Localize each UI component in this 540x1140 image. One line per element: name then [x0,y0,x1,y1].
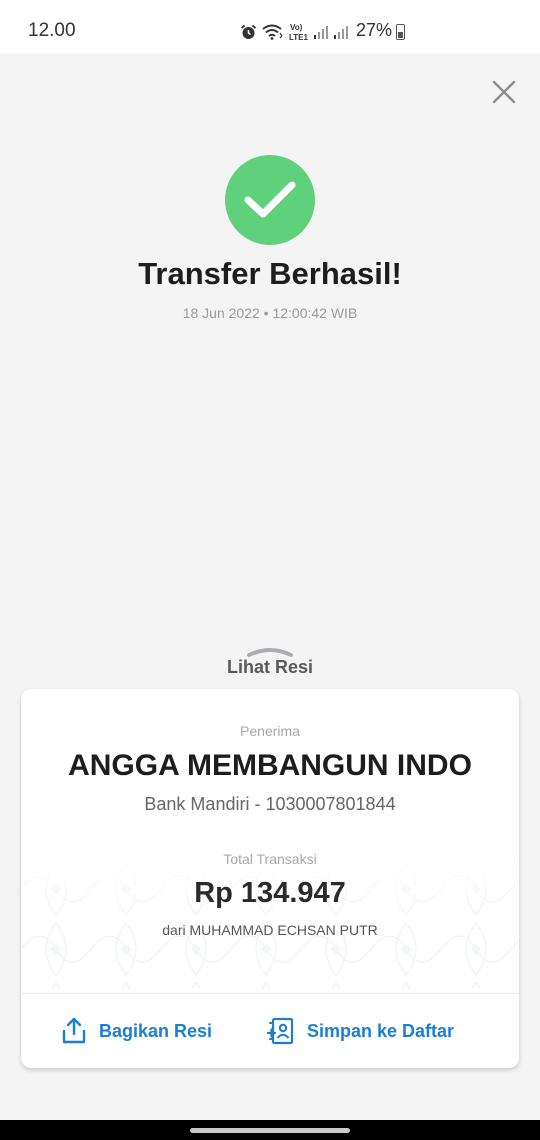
close-icon [492,80,516,104]
receipt-card: Penerima ANGGA MEMBANGUN INDO Bank Mandi… [21,689,519,1068]
success-badge [225,155,315,245]
save-to-list-label: Simpan ke Daftar [307,1020,455,1041]
check-icon [244,181,296,218]
recipient-label: Penerima [240,723,300,739]
wifi-icon [262,24,283,40]
view-receipt-toggle[interactable]: Lihat Resi [0,657,540,678]
save-to-list-button[interactable]: Simpan ke Daftar [267,1017,454,1045]
page-title: Transfer Berhasil! [138,256,402,291]
close-button[interactable] [490,78,518,106]
recipient-bank-account: Bank Mandiri - 1030007801844 [144,794,396,814]
signal-icon [314,26,328,39]
battery-icon [396,24,405,40]
add-contact-icon [267,1017,294,1045]
chevron-up-icon[interactable] [246,644,294,658]
battery-percent: 27% [356,20,393,40]
share-receipt-button[interactable]: Bagikan Resi [61,1017,212,1045]
share-receipt-label: Bagikan Resi [99,1020,213,1041]
share-icon [62,1017,86,1044]
total-amount: Rp 134.947 [194,877,346,909]
recipient-name: ANGGA MEMBANGUN INDO [68,749,472,782]
divider [21,993,519,994]
home-gesture-handle[interactable] [190,1128,350,1133]
signal-icon [334,26,348,39]
transaction-datetime: 18 Jun 2022 • 12:00:42 WIB [182,305,358,321]
status-time: 12.00 [28,20,76,41]
total-label: Total Transaksi [223,851,317,867]
sender-name: dari MUHAMMAD ECHSAN PUTR [162,922,378,938]
alarm-icon [240,24,257,39]
svg-text:Vo): Vo) [290,23,303,32]
status-bar: 12.00 Vo) LTE1 27% [0,0,540,54]
volte-icon: Vo) LTE1 [289,23,309,42]
svg-text:LTE1: LTE1 [289,33,309,42]
